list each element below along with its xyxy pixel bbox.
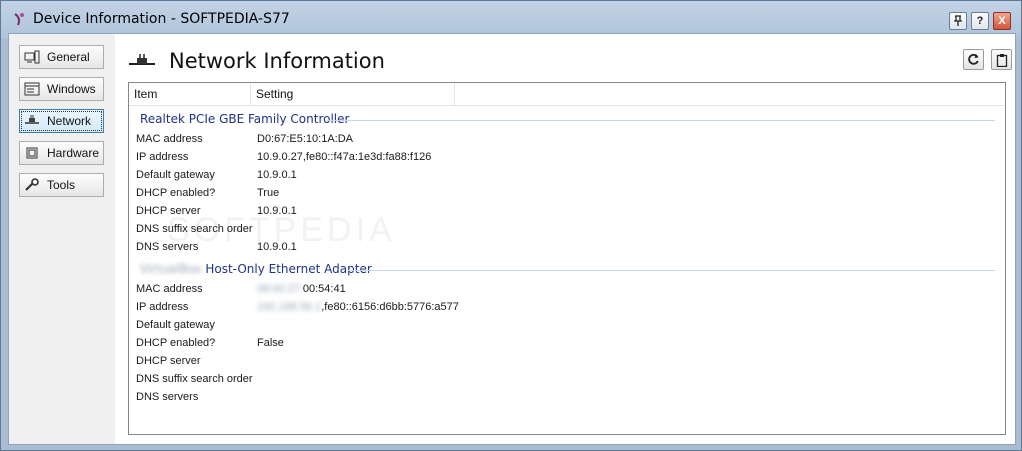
- window-title: Device Information - SOFTPEDIA-S77: [33, 11, 290, 27]
- nav-general-button[interactable]: General: [19, 45, 104, 69]
- row-value-blurred: 192.168.56.1: [257, 301, 322, 313]
- app-window: Device Information - SOFTPEDIA-S77 ? X G…: [0, 0, 1022, 451]
- network-list[interactable]: SOFTPEDIA Item Setting Realtek PCIe GBE …: [128, 82, 1006, 435]
- nav-hardware-label: Hardware: [47, 146, 100, 160]
- nav-network-button[interactable]: Network: [19, 109, 104, 133]
- row-value-text: 10.9.0.1: [257, 205, 297, 217]
- nav-tools-label: Tools: [47, 178, 76, 192]
- page-title: Network Information: [169, 49, 385, 73]
- nav-tools-button[interactable]: Tools: [19, 173, 104, 197]
- row-item: DNS servers: [136, 391, 199, 403]
- row-item: DHCP server: [136, 355, 201, 367]
- group-divider: [347, 270, 995, 271]
- main-panel: Network Information SOFTPEDIA Item Setti…: [115, 34, 1015, 444]
- row-value: 10.9.0.1: [257, 205, 297, 217]
- refresh-button[interactable]: [963, 49, 984, 70]
- row-value: 10.9.0.1: [257, 169, 297, 181]
- row-value-blurred: 08:00:27:: [257, 283, 303, 295]
- row-value: 10.9.0.27,fe80::f47a:1e3d:fa88:f126: [257, 151, 431, 163]
- row-item: DNS suffix search order: [136, 223, 253, 235]
- help-button[interactable]: ?: [971, 12, 989, 30]
- table-row[interactable]: DNS suffix search order: [129, 371, 1005, 389]
- wrench-icon: [25, 178, 39, 191]
- row-item: MAC address: [136, 283, 203, 295]
- table-row[interactable]: DHCP server: [129, 353, 1005, 371]
- row-value-text: 10.9.0.27,fe80::f47a:1e3d:fa88:f126: [257, 151, 432, 163]
- sidebar: General Windows Network Hardware Tools: [9, 34, 115, 444]
- group-title: Realtek PCIe GBE Family Controller: [140, 112, 349, 126]
- group-header[interactable]: Realtek PCIe GBE Family Controller: [129, 111, 1005, 129]
- refresh-icon: [968, 53, 979, 65]
- row-item: DHCP enabled?: [136, 337, 216, 349]
- table-row[interactable]: DNS servers: [129, 389, 1005, 407]
- row-item: IP address: [136, 301, 189, 313]
- row-item: DNS servers: [136, 241, 199, 253]
- pin-icon: [954, 15, 962, 26]
- row-item: DNS suffix search order: [136, 373, 253, 385]
- group-divider: [327, 120, 995, 121]
- group-name: Host-Only Ethernet Adapter: [205, 262, 372, 276]
- row-value: 10.9.0.1: [257, 241, 297, 253]
- close-button[interactable]: X: [993, 12, 1011, 30]
- table-row[interactable]: Default gateway 10.9.0.1: [129, 167, 1005, 185]
- clipboard-icon: [996, 53, 1007, 67]
- row-value: D0:67:E5:10:1A:DA: [257, 133, 353, 145]
- row-value: False: [257, 337, 284, 349]
- row-value-text: False: [257, 337, 284, 349]
- table-row[interactable]: MAC address D0:67:E5:10:1A:DA: [129, 131, 1005, 149]
- header-network-icon: [129, 54, 155, 65]
- column-item[interactable]: Item: [129, 83, 251, 105]
- row-value: 08:00:27:00:54:41: [257, 283, 346, 295]
- row-value-text: D0:67:E5:10:1A:DA: [257, 133, 354, 145]
- group-title: VirtualBox Host-Only Ethernet Adapter: [140, 262, 372, 276]
- copy-button[interactable]: [991, 49, 1012, 70]
- table-row[interactable]: DNS servers 10.9.0.1: [129, 239, 1005, 257]
- group-name: Realtek PCIe GBE Family Controller: [140, 112, 350, 126]
- window-icon: [24, 82, 40, 96]
- table-row[interactable]: DHCP enabled? False: [129, 335, 1005, 353]
- network-icon: [25, 115, 39, 124]
- nav-general-label: General: [47, 50, 90, 64]
- nav-network-label: Network: [47, 114, 92, 128]
- group-name-prefix-blurred: VirtualBox: [140, 262, 202, 276]
- table-row[interactable]: IP address 192.168.56.1,fe80::6156:d6bb:5…: [129, 299, 1005, 317]
- table-row[interactable]: IP address 10.9.0.27,fe80::f47a:1e3d:fa88…: [129, 149, 1005, 167]
- row-value: True: [257, 187, 279, 199]
- table-row[interactable]: DHCP server 10.9.0.1: [129, 203, 1005, 221]
- row-item: DHCP server: [136, 205, 201, 217]
- group-header[interactable]: VirtualBox Host-Only Ethernet Adapter: [129, 261, 1005, 279]
- table-row[interactable]: DNS suffix search order: [129, 221, 1005, 239]
- table-row[interactable]: MAC address 08:00:27:00:54:41: [129, 281, 1005, 299]
- nav-hardware-button[interactable]: Hardware: [19, 141, 104, 165]
- column-setting[interactable]: Setting: [251, 83, 455, 105]
- nav-windows-label: Windows: [47, 82, 96, 96]
- computer-icon: [24, 50, 40, 64]
- column-header: Item Setting: [129, 83, 1005, 106]
- app-logo-icon: [14, 13, 24, 26]
- nav-windows-button[interactable]: Windows: [19, 77, 104, 101]
- row-value-text: 10.9.0.1: [257, 241, 297, 253]
- row-value-text: 10.9.0.1: [257, 169, 297, 181]
- chip-icon: [26, 147, 38, 159]
- row-item: MAC address: [136, 133, 203, 145]
- table-row[interactable]: Default gateway: [129, 317, 1005, 335]
- client-area: General Windows Network Hardware Tools N…: [8, 33, 1016, 445]
- row-value-text: 00:54:41: [302, 283, 346, 295]
- row-item: Default gateway: [136, 169, 215, 181]
- row-item: IP address: [136, 151, 189, 163]
- row-item: DHCP enabled?: [136, 187, 216, 199]
- table-row[interactable]: DHCP enabled? True: [129, 185, 1005, 203]
- pin-button[interactable]: [949, 12, 967, 30]
- row-value-text: ,fe80::6156:d6bb:5776:a577: [321, 301, 459, 313]
- row-value-text: True: [257, 187, 280, 199]
- row-value: 192.168.56.1,fe80::6156:d6bb:5776:a577: [257, 301, 459, 313]
- row-item: Default gateway: [136, 319, 215, 331]
